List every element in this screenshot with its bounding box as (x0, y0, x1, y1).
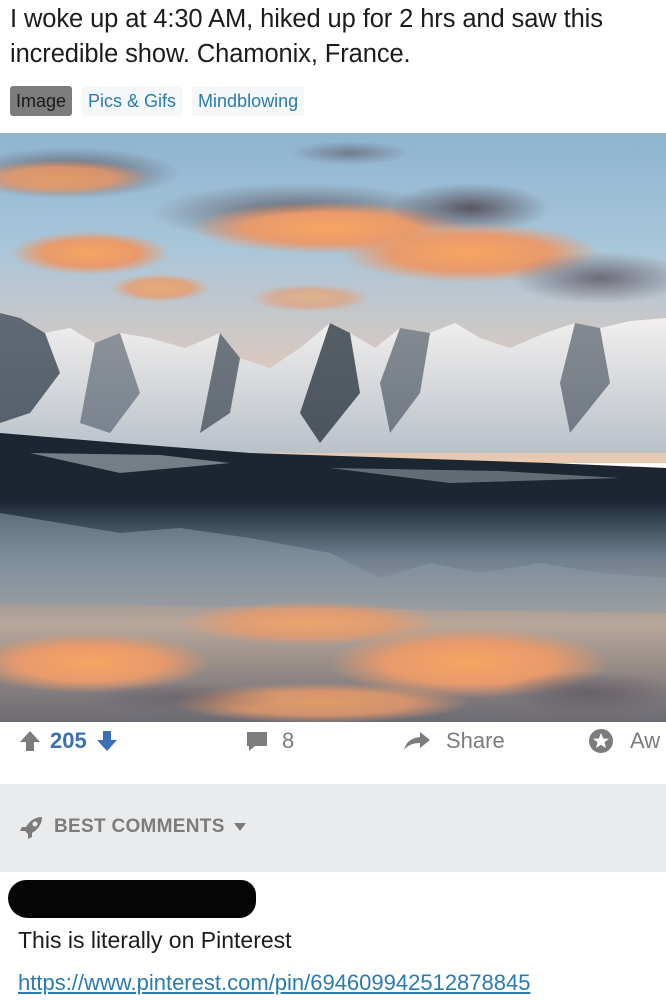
comment-text: This is literally on Pinterest (18, 927, 292, 953)
flair-pics-gifs[interactable]: Pics & Gifs (82, 86, 183, 116)
comments-header: BEST COMMENTS (0, 784, 666, 872)
comment-sort-dropdown[interactable]: BEST COMMENTS (18, 813, 247, 841)
flair-image[interactable]: Image (10, 86, 73, 116)
comment: This is literally on Pinterest https://w… (0, 872, 666, 1000)
upvote-arrow-icon[interactable] (18, 729, 42, 753)
share-arrow-icon (404, 732, 430, 750)
comment-count: 8 (282, 728, 295, 753)
award-label: Aw (630, 728, 661, 753)
redacted-username (8, 880, 256, 918)
flair-row: Image Pics & Gifs Mindblowing (10, 86, 305, 116)
vote-control: 205 (18, 722, 119, 760)
flair-mindblowing[interactable]: Mindblowing (192, 86, 305, 116)
post-title[interactable]: I woke up at 4:30 AM, hiked up for 2 hrs… (10, 2, 660, 72)
post-action-bar: 205 8 Share Aw (0, 722, 666, 760)
downvote-arrow-icon[interactable] (95, 729, 119, 753)
caret-down-icon (233, 823, 246, 831)
comments-button[interactable]: 8 (244, 722, 294, 760)
rocket-icon (20, 817, 42, 839)
sort-label: BEST COMMENTS (54, 816, 225, 837)
comment-bubble-icon (247, 732, 267, 751)
share-button[interactable]: Share (402, 722, 505, 760)
post-image[interactable] (0, 133, 666, 722)
spacer (0, 760, 666, 784)
reddit-post-page: I woke up at 4:30 AM, hiked up for 2 hrs… (0, 0, 666, 1000)
pinterest-link[interactable]: https://www.pinterest.com/pin/6946099425… (18, 968, 530, 998)
award-button[interactable]: Aw (588, 722, 660, 760)
vote-count: 205 (50, 728, 87, 753)
award-icon (589, 729, 613, 753)
share-label: Share (446, 728, 505, 753)
